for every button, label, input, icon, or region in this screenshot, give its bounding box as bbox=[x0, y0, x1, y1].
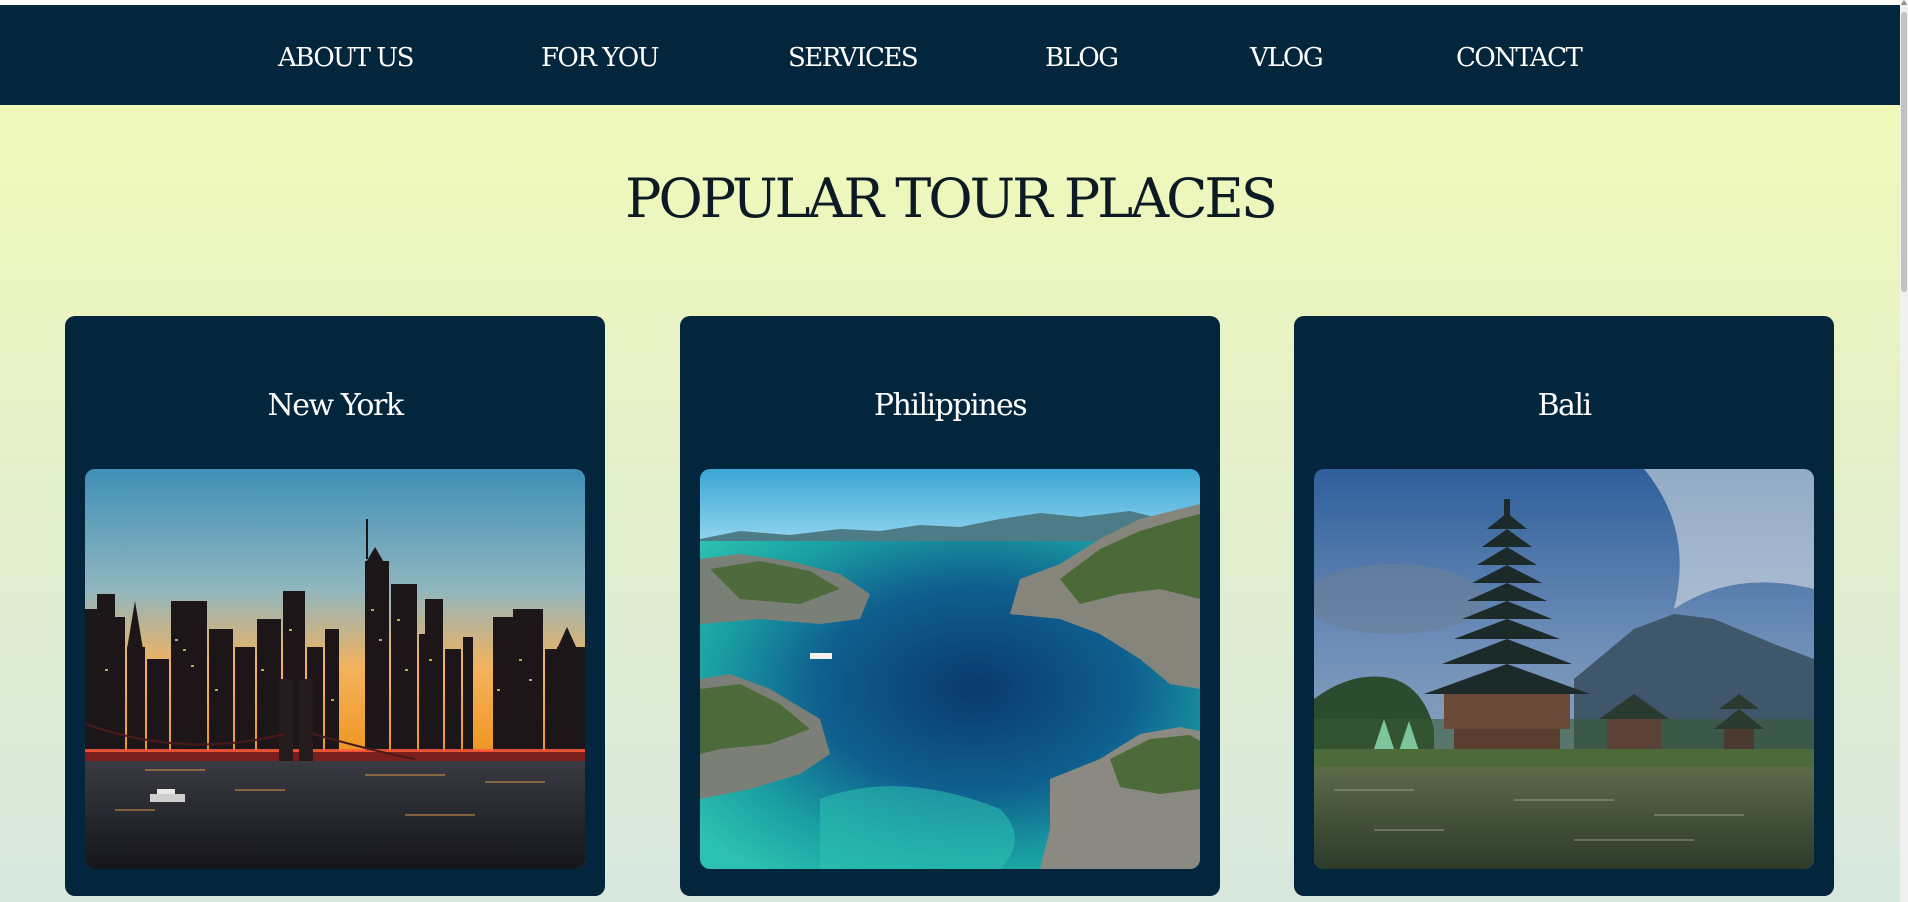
bali-temple-image bbox=[1314, 469, 1814, 869]
tour-card-philippines[interactable]: Philippines bbox=[680, 316, 1220, 896]
new-york-skyline-image bbox=[85, 469, 585, 869]
page-title: POPULAR TOUR PLACES bbox=[625, 167, 1278, 230]
card-title: Philippines bbox=[873, 388, 1028, 423]
nav-item-vlog[interactable]: VLOG bbox=[1250, 41, 1324, 75]
page-scrollbar[interactable] bbox=[1900, 0, 1908, 902]
scrollbar-thumb[interactable] bbox=[1901, 12, 1907, 292]
top-navbar: ABOUT US FOR YOU SERVICES BLOG VLOG CONT… bbox=[0, 5, 1900, 105]
nav-item-contact[interactable]: CONTACT bbox=[1456, 41, 1583, 75]
page: ABOUT US FOR YOU SERVICES BLOG VLOG CONT… bbox=[0, 0, 1900, 902]
nav-item-blog[interactable]: BLOG bbox=[1045, 41, 1119, 75]
philippines-lagoon-image bbox=[700, 469, 1200, 869]
card-title: Bali bbox=[1537, 388, 1592, 423]
nav-item-about-us[interactable]: ABOUT US bbox=[278, 41, 414, 75]
nav-item-services[interactable]: SERVICES bbox=[788, 41, 919, 75]
tour-card-new-york[interactable]: New York bbox=[65, 316, 605, 896]
tour-card-bali[interactable]: Bali bbox=[1294, 316, 1834, 896]
nav-item-for-you[interactable]: FOR YOU bbox=[541, 41, 660, 75]
scroll-up-arrow-icon[interactable] bbox=[1901, 0, 1907, 5]
card-title: New York bbox=[267, 388, 405, 423]
